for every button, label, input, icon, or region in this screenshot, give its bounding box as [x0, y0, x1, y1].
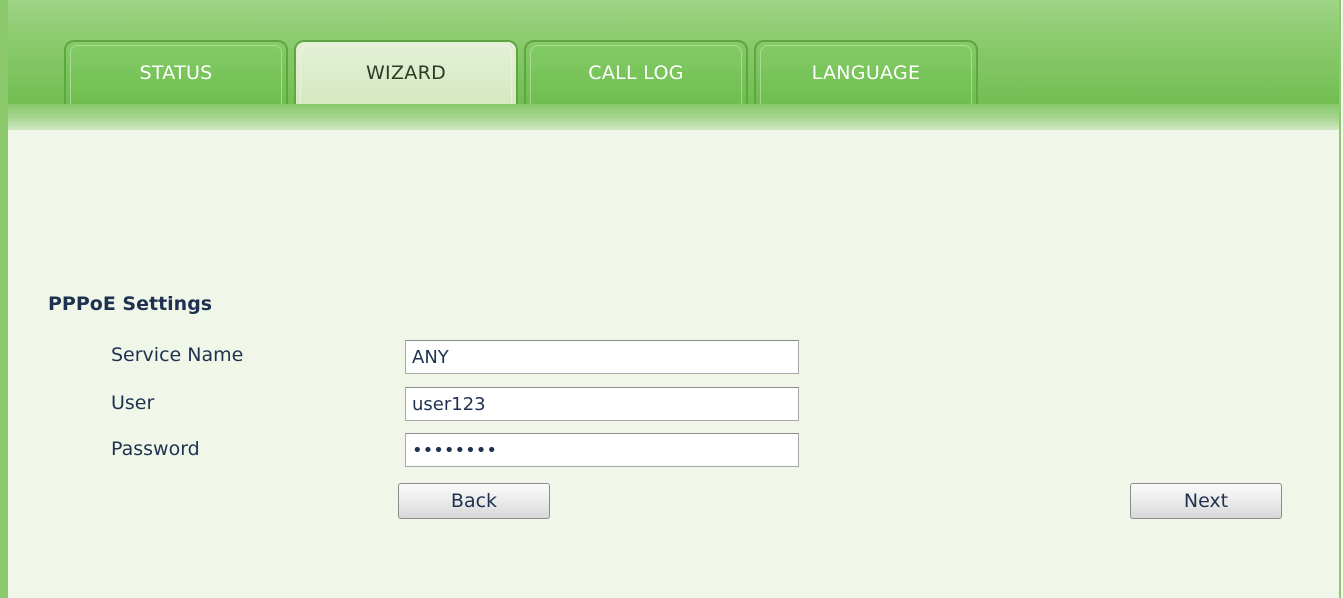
tab-call-log[interactable]: CALL LOG [524, 40, 748, 104]
tab-status-label: STATUS [139, 62, 213, 84]
tab-wizard-label: WIZARD [365, 62, 447, 84]
service-name-input[interactable] [405, 340, 799, 374]
service-name-label: Service Name [111, 344, 244, 366]
header-gradient-band [8, 104, 1339, 130]
tab-status[interactable]: STATUS [64, 40, 288, 104]
back-button[interactable]: Back [398, 483, 550, 519]
tab-call-log-label: CALL LOG [588, 62, 684, 84]
tab-language[interactable]: LANGUAGE [754, 40, 978, 104]
page-frame: STATUS WIZARD CALL LOG LANGUAGE PPPoE Se… [0, 0, 1341, 598]
next-button[interactable]: Next [1130, 483, 1282, 519]
password-input[interactable] [405, 433, 799, 467]
tab-language-label: LANGUAGE [811, 62, 921, 84]
tab-bar: STATUS WIZARD CALL LOG LANGUAGE [64, 40, 978, 104]
header-bar: STATUS WIZARD CALL LOG LANGUAGE [8, 0, 1339, 104]
user-input[interactable] [405, 387, 799, 421]
password-label: Password [111, 438, 200, 460]
pppoe-settings-title: PPPoE Settings [48, 293, 213, 315]
user-label: User [111, 392, 155, 414]
tab-wizard[interactable]: WIZARD [294, 40, 518, 104]
